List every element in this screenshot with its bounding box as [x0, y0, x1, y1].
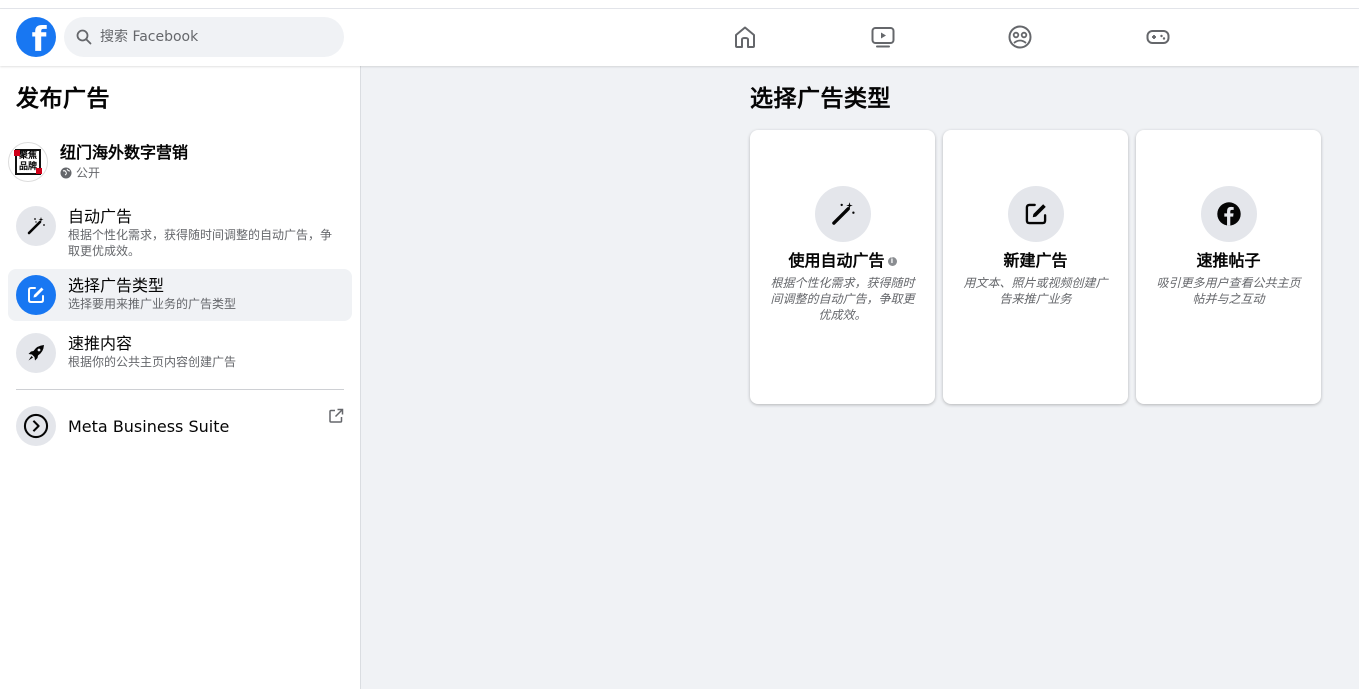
avatar-accent — [36, 168, 42, 174]
menu-item-boost-content[interactable]: 速推内容 根据你的公共主页内容创建广告 — [8, 327, 352, 379]
menu-item-title: 速推内容 — [68, 334, 133, 353]
magic-wand-icon — [814, 186, 871, 242]
meta-business-suite-icon — [16, 406, 56, 446]
external-link-icon[interactable] — [328, 408, 344, 424]
page-title: 选择广告类型 — [750, 86, 891, 112]
avatar-accent — [14, 150, 20, 156]
facebook-icon — [1200, 186, 1257, 242]
menu-item-auto-ads[interactable]: 自动广告 根据个性化需求，获得随时间调整的自动广告，争取更优成效。 — [8, 200, 352, 265]
page-selector[interactable]: 聚焦品牌 纽门海外数字营销 公开 — [8, 142, 188, 182]
info-icon[interactable]: i — [887, 257, 897, 266]
sidebar-title: 发布广告 — [16, 86, 110, 112]
card-title: 使用自动广告 i — [750, 250, 935, 272]
page-avatar: 聚焦品牌 — [8, 142, 48, 182]
top-navbar: f — [0, 9, 1359, 66]
facebook-logo[interactable]: f — [16, 17, 56, 57]
left-sidebar: 发布广告 聚焦品牌 纽门海外数字营销 公开 自动广告 根据个性化需求，获得随时间… — [0, 66, 361, 689]
menu-item-subtitle: 选择要用来推广业务的广告类型 — [68, 297, 237, 311]
magic-wand-icon — [16, 206, 56, 246]
home-icon[interactable] — [730, 22, 760, 52]
groups-icon[interactable] — [1005, 22, 1035, 52]
search-icon — [76, 29, 92, 45]
card-new-ad[interactable]: 新建广告 用文本、照片或视频创建广告来推广业务 — [943, 130, 1128, 404]
menu-item-title: 自动广告 — [68, 207, 133, 226]
card-title: 新建广告 — [1003, 251, 1068, 270]
menu-item-subtitle: 根据你的公共主页内容创建广告 — [68, 355, 237, 369]
meta-business-suite-label: Meta Business Suite — [68, 416, 230, 436]
menu-item-subtitle: 根据个性化需求，获得随时间调整的自动广告，争取更优成效。 — [68, 228, 333, 258]
search-box[interactable] — [64, 17, 344, 57]
card-description: 吸引更多用户查看公共主页帖并与之互动 — [1156, 276, 1301, 306]
page-name: 纽门海外数字营销 — [60, 143, 189, 162]
divider — [16, 389, 344, 390]
globe-icon — [60, 167, 72, 178]
meta-business-suite-link[interactable]: Meta Business Suite — [8, 402, 352, 450]
card-auto-ads[interactable]: 使用自动广告 i 根据个性化需求，获得随时间调整的自动广告，争取更优成效。 — [750, 130, 935, 404]
edit-icon — [1007, 186, 1064, 242]
card-description: 用文本、照片或视频创建广告来推广业务 — [963, 276, 1108, 306]
logo-letter: f — [31, 20, 47, 57]
search-input[interactable] — [100, 29, 320, 45]
top-strip — [0, 0, 1359, 9]
card-title: 速推帖子 — [1196, 251, 1261, 270]
menu-item-choose-ad-type[interactable]: 选择广告类型 选择要用来推广业务的广告类型 — [8, 269, 352, 321]
card-boost-post[interactable]: 速推帖子 吸引更多用户查看公共主页帖并与之互动 — [1136, 130, 1321, 404]
edit-icon — [16, 275, 56, 315]
page-privacy: 公开 — [60, 164, 188, 181]
rocket-icon — [16, 333, 56, 373]
card-description: 根据个性化需求，获得随时间调整的自动广告，争取更优成效。 — [770, 276, 915, 322]
gaming-icon[interactable] — [1143, 22, 1173, 52]
watch-icon[interactable] — [868, 22, 898, 52]
menu-item-title: 选择广告类型 — [68, 276, 165, 295]
